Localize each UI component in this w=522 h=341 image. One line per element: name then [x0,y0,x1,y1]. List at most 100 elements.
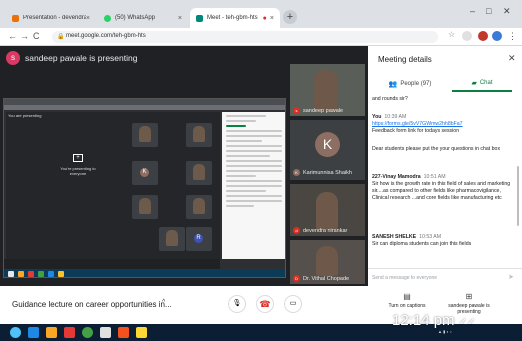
check-icon: ✓✓ [458,317,476,328]
participant-tile: D Dr. Vithal Chopade [290,240,365,284]
shared-participant-tile: R [186,227,212,251]
tab-chat[interactable]: ▰ Chat [452,76,512,92]
extension-icon[interactable] [462,31,472,41]
avatar: s [6,51,20,65]
app-icon[interactable] [136,327,147,338]
shared-participant-tile [186,161,212,185]
ie-icon[interactable] [28,327,39,338]
browser-tab-meet[interactable]: Meet - teh-gbm-hts ● × [190,8,280,28]
chat-icon: ▰ [471,80,477,87]
url-field[interactable]: 🔒 meet.google.com/teh-gbm-hts [52,31,438,43]
address-bar-row: ← → C 🔒 meet.google.com/teh-gbm-hts ☆ ⋮ [0,28,522,46]
close-icon[interactable]: × [178,15,182,22]
participant-tile: K K Karimunnisa Shaikh [290,120,365,180]
chat-link[interactable]: https://forms.gle/5vV7GWmw2hh8bFa7 [372,121,512,128]
chat-message-text: Sir how is the growth rate in this field… [372,181,511,201]
powerpoint-icon[interactable] [64,327,75,338]
close-icon[interactable]: ✕ [508,53,516,64]
system-tray: ▲ ▮ ◐ ♪ [438,329,452,334]
tab-people[interactable]: 👥 People (97) [380,76,440,92]
shared-taskbar [4,269,285,277]
avatar: s [293,107,300,114]
camera-icon: ▭ [289,300,297,307]
chat-message-text: Sir can diploma students can join this f… [372,241,472,247]
new-tab-button[interactable]: + [283,10,297,24]
participant-name: Karimunnisa Shaikh [303,169,352,176]
chevron-up-icon[interactable]: ^ [162,299,165,306]
chat-compose[interactable]: Send a message to everyone ➤ [368,268,522,286]
tab-people-label: People (97) [400,81,432,87]
avatar: D [293,275,300,282]
overlay-clock: 12:14 pm ✓✓ [392,312,475,329]
app-icon[interactable] [118,327,129,338]
tab-chat-label: Chat [479,80,493,86]
reload-icon[interactable]: C [33,31,40,41]
shared-chat-panel [222,112,285,259]
mic-icon: 🎙 [232,300,242,307]
chrome-icon[interactable] [82,327,93,338]
close-icon[interactable]: × [86,15,90,22]
chat-message: SANESH SHELKE 10:53 AM Sir can diploma st… [372,234,512,248]
screen: Presentation - devendra nirankar - ... ×… [0,0,522,341]
shared-participant-tile [132,123,158,147]
recording-dot-icon: ● [262,14,267,22]
mic-button[interactable]: 🎙 [228,295,246,313]
profile-icon[interactable] [492,31,502,41]
people-icon: 👥 [388,81,398,88]
avatar: d [293,227,300,234]
window-close-icon[interactable]: ✕ [503,6,511,17]
shared-meeting-bar [4,259,220,269]
account-avatar[interactable] [478,31,488,41]
send-icon[interactable]: ➤ [508,273,514,281]
shared-participant-tile [186,195,212,219]
captions-button[interactable]: ▤ Turn on captions [384,292,430,309]
lock-icon: 🔒 [57,34,65,40]
minimize-icon[interactable]: – [470,6,475,16]
back-icon[interactable]: ← [8,31,17,41]
slides-favicon-icon [12,14,19,22]
browser-tab-strip: Presentation - devendra nirankar - ... ×… [0,0,522,28]
start-icon[interactable] [10,327,21,338]
panel-title: Meeting details [378,55,432,64]
menu-icon[interactable]: ⋮ [508,31,517,42]
maximize-icon[interactable]: □ [486,6,491,16]
overlay-clock-text: 12:14 pm [392,312,455,329]
avatar: K [315,132,340,157]
participant-name: devendra nirankar [303,227,348,234]
chat-message-text: Feedback form link for todays session [372,128,460,134]
close-icon[interactable]: × [270,15,274,22]
hangup-icon: ☎ [259,299,271,309]
chat-time: 10:39 AM [384,114,407,120]
forward-icon[interactable]: → [20,31,29,41]
meeting-details-panel: Meeting details ✕ 👥 People (97) ▰ Chat a… [368,46,522,286]
captions-icon: ▤ [403,292,411,301]
shared-present-box: + You're presenting to everyone [54,154,102,194]
star-icon[interactable]: ☆ [448,30,458,40]
meet-stage: s sandeep pawale is presenting You are p… [0,46,368,286]
browser-tab-whatsapp[interactable]: (50) WhatsApp × [98,8,188,28]
chat-sender: You [372,114,382,120]
participant-tile: d devendra nirankar [290,184,365,236]
chat-input[interactable]: Send a message to everyone [372,275,437,281]
chat-message: You 10:39 AM https://forms.gle/5vV7GWmw2h… [372,114,512,135]
shared-participant-tile: K [132,161,158,185]
app-icon[interactable] [100,327,111,338]
browser-tab-presentation[interactable]: Presentation - devendra nirankar - ... × [6,8,96,28]
chat-message-text: and rounds sir? [372,96,408,102]
hangup-button[interactable]: ☎ [256,295,274,313]
chat-sender: 227-Vinay Mamodra [372,174,421,180]
shared-participant-tile [159,227,185,251]
explorer-icon[interactable] [46,327,57,338]
chat-sender: SANESH SHELKE [372,234,417,240]
tab-label: Presentation - devendra nirankar - ... [23,15,86,21]
chat-list: and rounds sir? You 10:39 AM https://form… [368,94,516,268]
tab-label: Meet - teh-gbm-hts [207,15,258,21]
shared-presenting-text: You're presenting to everyone [60,166,96,176]
tab-label: (50) WhatsApp [115,15,156,21]
shared-screen: You are presenting + You're presenting t… [3,98,286,278]
camera-button[interactable]: ▭ [284,295,302,313]
chat-scrollbar[interactable] [517,166,519,226]
meet-favicon-icon [196,14,203,22]
present-icon: ⊞ [465,292,473,301]
captions-label: Turn on captions [388,303,426,309]
